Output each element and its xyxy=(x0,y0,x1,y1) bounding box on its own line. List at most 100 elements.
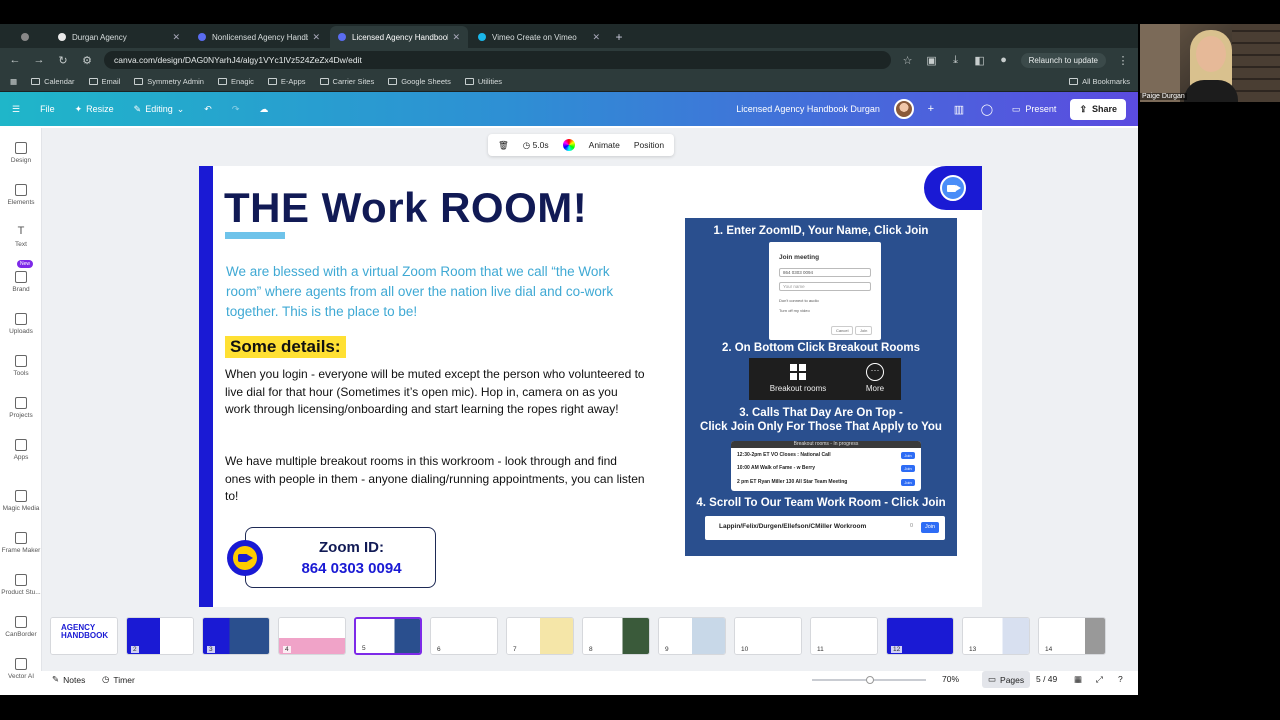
details-paragraph-1[interactable]: When you login - everyone will be muted … xyxy=(225,366,645,419)
undo-icon[interactable]: ↶ xyxy=(204,104,212,115)
add-collaborator-icon[interactable]: + xyxy=(920,98,942,120)
page-thumbnail-selected[interactable]: 5 xyxy=(354,617,422,655)
new-tab-button[interactable]: + xyxy=(610,26,628,48)
reload-icon[interactable]: ↻ xyxy=(56,54,70,67)
duration-button[interactable]: ◷ 5.0s xyxy=(523,140,549,151)
page-thumbnail[interactable]: 4 xyxy=(278,617,346,655)
close-icon[interactable]: ✕ xyxy=(172,32,180,43)
step-1: 1. Enter ZoomID, Your Name, Click Join xyxy=(713,225,929,237)
fullscreen-icon[interactable]: ⤢ xyxy=(1096,674,1103,685)
apps-grid-icon[interactable]: ▦ xyxy=(10,77,17,86)
sidebar-item-uploads[interactable]: Uploads xyxy=(0,313,42,335)
collaborator-avatar[interactable] xyxy=(893,99,914,119)
details-heading[interactable]: Some details: xyxy=(225,336,346,358)
account-avatar-icon[interactable]: ● xyxy=(997,54,1011,66)
timer-button[interactable]: ◷ Timer xyxy=(102,674,135,685)
close-icon[interactable]: ✕ xyxy=(452,32,460,43)
redo-icon[interactable]: ↷ xyxy=(232,104,240,115)
sidebar-item-projects[interactable]: Projects xyxy=(0,397,42,419)
position-button[interactable]: Position xyxy=(634,140,664,150)
help-icon[interactable]: ? xyxy=(1118,674,1123,684)
sidebar-item-canborder[interactable]: CanBorder xyxy=(0,616,42,638)
intro-text[interactable]: We are blessed with a virtual Zoom Room … xyxy=(226,262,646,322)
tab-licensed-handbook[interactable]: Licensed Agency Handbook ✕ xyxy=(330,26,468,48)
sidebar-item-text[interactable]: T Text xyxy=(0,226,42,249)
bookmark-symmetry-admin[interactable]: Symmetry Admin xyxy=(134,77,204,86)
tab-vimeo[interactable]: Vimeo Create on Vimeo ✕ xyxy=(470,26,608,48)
forward-icon[interactable]: → xyxy=(32,54,46,66)
sidebar-item-product-studio[interactable]: Product Stu... xyxy=(0,574,42,596)
present-button[interactable]: ▭ Present xyxy=(1004,100,1065,119)
sidebar-item-frame-maker[interactable]: Frame Maker xyxy=(0,532,42,554)
sidebar-item-tools[interactable]: Tools xyxy=(0,355,42,377)
editing-mode-dropdown[interactable]: ✎ Editing ⌄ xyxy=(134,104,185,115)
rooms-header: Breakout rooms - In progress xyxy=(731,441,921,448)
sidebar-item-vector-ai[interactable]: Vector AI xyxy=(0,658,42,680)
back-icon[interactable]: ← xyxy=(8,54,22,66)
page-thumbnail[interactable]: 3 xyxy=(202,617,270,655)
site-info-icon[interactable]: ⚙ xyxy=(80,54,94,67)
grid-view-icon[interactable]: ▦ xyxy=(1074,674,1082,685)
bookmark-e-apps[interactable]: E-Apps xyxy=(267,77,306,86)
slide-title[interactable]: THE Work ROOM! xyxy=(224,184,587,232)
page-thumbnail[interactable]: 12 xyxy=(886,617,954,655)
analytics-icon[interactable]: ▥ xyxy=(948,98,970,120)
zoom-percent[interactable]: 70% xyxy=(942,674,959,684)
bookmark-enagic[interactable]: Enagic xyxy=(217,77,254,86)
comments-icon[interactable]: ◯ xyxy=(976,98,998,120)
slide-canvas[interactable]: THE Work ROOM! We are blessed with a vir… xyxy=(199,166,982,607)
sidebar-item-design[interactable]: Design xyxy=(0,142,42,164)
document-title[interactable]: Licensed Agency Handbook Durgan xyxy=(736,104,880,114)
pages-button[interactable]: ▭ Pages xyxy=(982,671,1031,688)
tab-durgan-agency[interactable]: Durgan Agency ✕ xyxy=(50,26,188,48)
zoom-id-box[interactable] xyxy=(245,527,436,588)
zoom-steps-panel[interactable]: 1. Enter ZoomID, Your Name, Click Join J… xyxy=(685,218,957,556)
bookmark-carrier-sites[interactable]: Carrier Sites xyxy=(319,77,374,86)
main-menu-icon[interactable]: ☰ xyxy=(12,104,20,115)
share-button[interactable]: ⇪ Share xyxy=(1070,98,1126,120)
bookmark-utilities[interactable]: Utilities xyxy=(464,77,503,86)
url-field[interactable]: canva.com/design/DAG0NYarhJ4/algy1VYc1lV… xyxy=(104,51,891,69)
bookmark-google-sheets[interactable]: Google Sheets xyxy=(388,77,451,86)
puzzle-icon[interactable]: ◧ xyxy=(973,54,987,67)
bookmark-calendar[interactable]: Calendar xyxy=(31,77,75,86)
menu-dots-icon[interactable]: ⋮ xyxy=(1116,54,1130,67)
bookmark-label: Utilities xyxy=(477,77,503,86)
notes-button[interactable]: ✎ Notes xyxy=(52,674,85,685)
page-thumbnail[interactable]: 2 xyxy=(126,617,194,655)
file-menu[interactable]: File xyxy=(40,104,55,114)
resize-button[interactable]: ✦ Resize xyxy=(75,104,114,115)
download-icon[interactable]: ⤓ xyxy=(949,54,963,67)
animate-button[interactable]: Animate xyxy=(589,140,620,150)
trash-icon[interactable]: 🗑 xyxy=(498,140,509,151)
sidebar-item-brand[interactable]: Brand xyxy=(0,271,42,293)
sidebar-item-magic-media[interactable]: Magic Media xyxy=(0,490,42,512)
tab-title: Vimeo Create on Vimeo xyxy=(492,32,577,42)
zoom-slider-handle[interactable] xyxy=(866,676,874,684)
page-thumbnail[interactable]: 10 xyxy=(734,617,802,655)
details-paragraph-2[interactable]: We have multiple breakout rooms in this … xyxy=(225,453,645,506)
page-thumbnail[interactable]: 14 xyxy=(1038,617,1106,655)
page-thumbnail[interactable]: AGENCY HANDBOOK xyxy=(50,617,118,655)
close-icon[interactable]: ✕ xyxy=(592,32,600,43)
page-thumbnail[interactable]: 7 xyxy=(506,617,574,655)
page-thumbnail[interactable]: 11 xyxy=(810,617,878,655)
bookmark-star-icon[interactable]: ☆ xyxy=(901,54,915,67)
color-wheel-icon[interactable] xyxy=(562,139,575,151)
cloud-save-icon[interactable]: ☁ xyxy=(259,104,268,115)
profile-tab[interactable] xyxy=(8,26,48,48)
tab-nonlicensed-handbook[interactable]: Nonlicensed Agency Handboo✕ xyxy=(190,26,328,48)
page-thumbnail[interactable]: 9 xyxy=(658,617,726,655)
all-bookmarks[interactable]: All Bookmarks xyxy=(1069,77,1130,86)
relaunch-button[interactable]: Relaunch to update xyxy=(1020,52,1106,68)
team-room-join-button: Join xyxy=(921,522,939,533)
sidebar-item-elements[interactable]: Elements xyxy=(0,184,42,206)
page-thumbnail[interactable]: 8 xyxy=(582,617,650,655)
zoom-id-number: 864 0303 0094 xyxy=(301,560,402,577)
extensions-icon[interactable]: ▣ xyxy=(925,54,939,67)
close-icon[interactable]: ✕ xyxy=(312,32,320,43)
bookmark-email[interactable]: Email xyxy=(88,77,120,86)
page-thumbnail[interactable]: 13 xyxy=(962,617,1030,655)
sidebar-item-apps[interactable]: Apps xyxy=(0,439,42,461)
page-thumbnail[interactable]: 6 xyxy=(430,617,498,655)
